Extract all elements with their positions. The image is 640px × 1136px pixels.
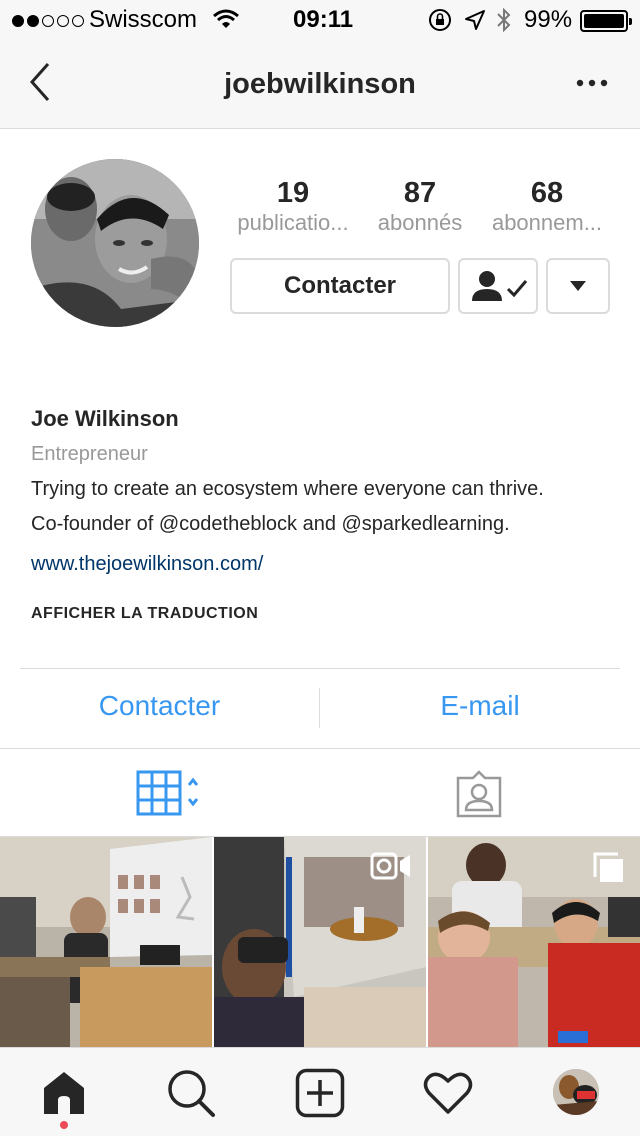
battery-percentage: 99% — [524, 6, 573, 33]
profile-name: Joe Wilkinson — [31, 406, 179, 431]
tab-tagged-photos[interactable] — [455, 770, 503, 818]
battery-icon — [580, 10, 632, 32]
posts-count: 19 — [276, 177, 310, 209]
wifi-icon — [213, 9, 239, 28]
divider — [20, 668, 620, 669]
profile-tab-avatar[interactable] — [553, 1069, 599, 1115]
stat-posts[interactable]: 19 publicatio... — [223, 176, 363, 236]
triangle-down-icon — [570, 281, 586, 291]
followers-label: abonnés — [377, 210, 463, 235]
heart-icon[interactable] — [423, 1071, 473, 1115]
bio-line: Trying to create an ecosystem where ever… — [31, 478, 544, 500]
profile-category: Entrepreneur — [31, 443, 148, 465]
carrier-name: Swisscom — [89, 6, 198, 33]
clock: 09:11 — [293, 6, 354, 33]
contact-action-button[interactable]: Contacter — [0, 690, 319, 722]
following-status-button[interactable] — [458, 258, 538, 314]
stat-following[interactable]: 68 abonnem... — [477, 176, 617, 236]
multiple-photos-icon — [593, 852, 623, 882]
followers-count: 87 — [403, 177, 437, 209]
tab-grid-view[interactable] — [136, 770, 206, 816]
contact-button-label: Contacter — [283, 272, 397, 299]
user-check-icon — [472, 271, 528, 301]
status-bar: Swisscom 09:11 99% — [0, 0, 640, 40]
stat-followers[interactable]: 87 abonnés — [350, 176, 490, 236]
page-title: joebwilkinson — [224, 68, 416, 100]
notification-dot — [60, 1121, 68, 1129]
profile-avatar[interactable] — [31, 159, 199, 327]
contact-button[interactable]: Contacter — [230, 258, 450, 314]
search-icon[interactable] — [166, 1068, 216, 1118]
location-arrow-icon — [465, 10, 485, 30]
navigation-bar: joebwilkinson — [0, 40, 640, 129]
show-translation-link[interactable]: AFFICHER LA TRADUCTION — [31, 605, 258, 623]
suggestions-dropdown-button[interactable] — [546, 258, 610, 314]
website-link[interactable]: www.thejoewilkinson.com/ — [31, 553, 263, 576]
orientation-lock-icon — [429, 9, 451, 31]
bottom-tab-bar — [0, 1047, 640, 1136]
tagged-person-icon — [456, 770, 502, 818]
more-options-icon[interactable] — [576, 78, 608, 88]
post-thumbnail-video[interactable] — [214, 837, 426, 1047]
posts-label: publicatio... — [237, 210, 349, 235]
email-action-button[interactable]: E-mail — [320, 690, 640, 722]
bluetooth-icon — [497, 7, 511, 33]
bio-line: Co-founder of @codetheblock and @sparked… — [31, 513, 510, 535]
following-label: abonnem... — [491, 210, 603, 235]
post-thumbnail-gallery[interactable] — [428, 837, 640, 1047]
divider — [0, 748, 640, 749]
new-post-icon[interactable] — [295, 1068, 345, 1118]
video-camera-icon — [370, 852, 410, 880]
post-thumbnail[interactable] — [0, 837, 212, 1047]
signal-strength-icon — [12, 15, 84, 27]
grid-icon — [136, 770, 199, 816]
home-icon[interactable] — [40, 1068, 88, 1116]
following-count: 68 — [530, 177, 564, 209]
